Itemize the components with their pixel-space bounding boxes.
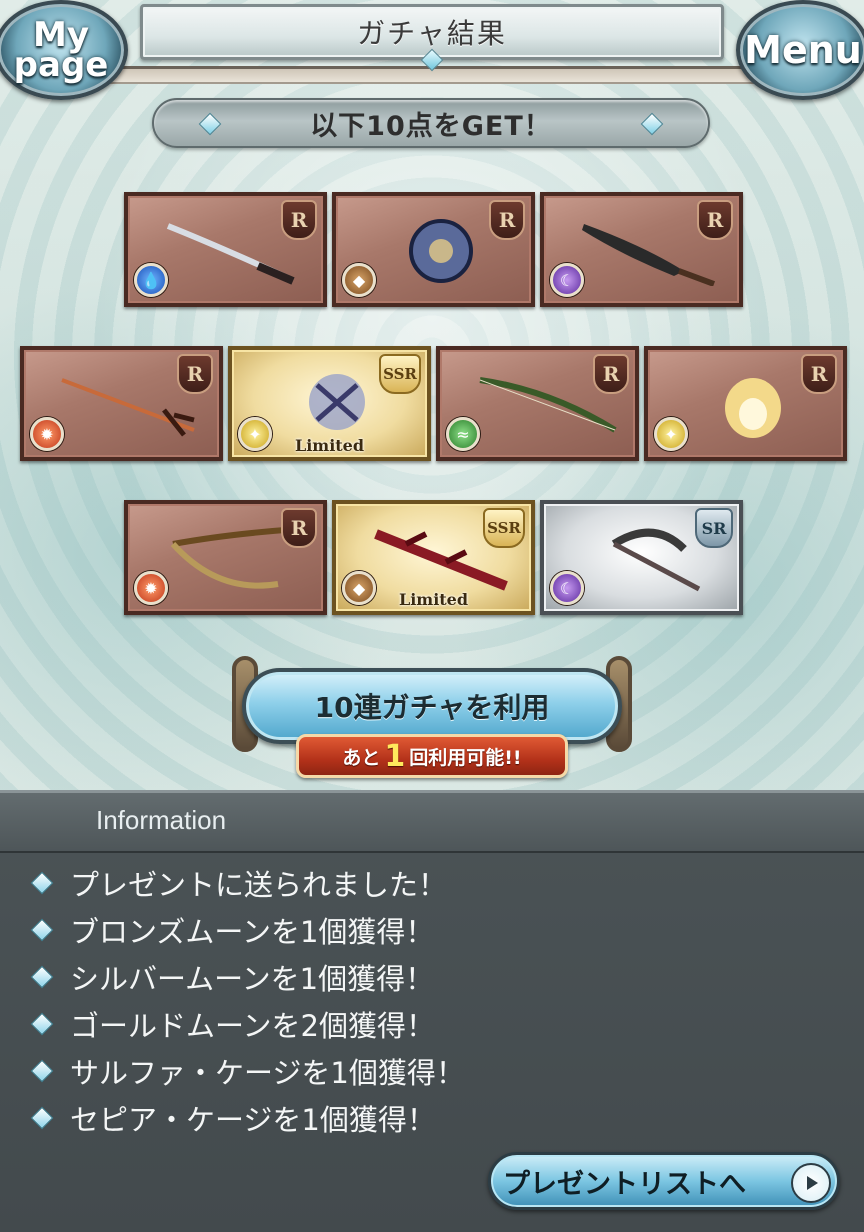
gem-icon (640, 112, 664, 136)
present-list-button[interactable]: プレゼントリストへ (488, 1152, 840, 1210)
earth-element-icon: ◆ (342, 263, 376, 297)
list-item: ブロンズムーンを1個獲得！ (28, 906, 465, 953)
information-text: サルファ・ケージを1個獲得！ (70, 1055, 465, 1090)
remaining-count: 1 (384, 738, 406, 774)
gem-icon (30, 965, 54, 988)
fire-element-icon: ✹ (134, 571, 168, 605)
list-item: シルバームーンを1個獲得！ (28, 953, 465, 1000)
list-item: セピア・ケージを1個獲得！ (28, 1094, 465, 1141)
gem-icon (198, 112, 222, 136)
gem-icon (30, 1059, 54, 1082)
dark-element-icon: ☾ (550, 571, 584, 605)
rarity-badge: R (281, 508, 317, 548)
information-text: ゴールドムーンを2個獲得！ (70, 1008, 436, 1043)
result-card[interactable]: R ✦ (644, 346, 847, 461)
result-card[interactable]: R ✹ (124, 500, 327, 615)
information-text: ブロンズムーンを1個獲得！ (70, 914, 435, 949)
result-card[interactable]: R 💧 (124, 192, 327, 307)
result-card[interactable]: R ✹ (20, 346, 223, 461)
list-item: プレゼントに送られました！ (28, 859, 465, 906)
result-card[interactable]: SSR ◆ Limited (332, 500, 535, 615)
rarity-badge: R (697, 200, 733, 240)
remaining-prefix: あと (342, 746, 381, 769)
gem-icon (30, 1012, 54, 1035)
menu-button[interactable]: Menu (736, 0, 864, 100)
mypage-button[interactable]: My page (0, 0, 128, 100)
limited-label: Limited (398, 590, 469, 609)
rarity-badge: R (489, 200, 525, 240)
gem-icon (30, 1106, 54, 1129)
light-element-icon: ✦ (654, 417, 688, 451)
rarity-badge: R (593, 354, 629, 394)
result-card[interactable]: R ≈ (436, 346, 639, 461)
rarity-badge: R (281, 200, 317, 240)
information-text: プレゼントに送られました！ (70, 867, 448, 902)
header: ガチャ結果 My page Menu (0, 0, 864, 100)
fire-element-icon: ✹ (30, 417, 64, 451)
page-title: ガチャ結果 (357, 17, 507, 50)
present-list-label: プレゼントリストへ (503, 1168, 746, 1200)
remaining-uses-badge: あと 1 回利用可能!! (296, 734, 568, 778)
ten-draw-gacha-button[interactable]: 10連ガチャを利用 (242, 668, 622, 744)
play-arrow-icon (791, 1163, 831, 1203)
wind-element-icon: ≈ (446, 417, 480, 451)
result-banner-text: 以下10点をGET！ (310, 110, 552, 142)
result-card[interactable]: R ◆ (332, 192, 535, 307)
dark-element-icon: ☾ (550, 263, 584, 297)
information-text: シルバームーンを1個獲得！ (70, 961, 435, 996)
list-item: ゴールドムーンを2個獲得！ (28, 1000, 465, 1047)
rarity-badge: R (801, 354, 837, 394)
rarity-badge: SR (695, 508, 733, 548)
list-item: サルファ・ケージを1個獲得！ (28, 1047, 465, 1094)
mypage-label-line2: page (13, 45, 109, 85)
rarity-badge: R (177, 354, 213, 394)
limited-label: Limited (294, 436, 365, 455)
result-banner: 以下10点をGET！ (152, 98, 710, 148)
information-text: セピア・ケージを1個獲得！ (70, 1102, 436, 1137)
gem-icon (30, 918, 54, 941)
water-element-icon: 💧 (134, 263, 168, 297)
result-card[interactable]: SSR ✦ Limited (228, 346, 431, 461)
information-title: Information (96, 805, 227, 835)
rarity-badge: SSR (483, 508, 525, 548)
information-list: プレゼントに送られました！ ブロンズムーンを1個獲得！ シルバームーンを1個獲得… (28, 859, 465, 1141)
ten-draw-gacha-label: 10連ガチャを利用 (314, 691, 550, 724)
remaining-suffix: 回利用可能!! (409, 746, 522, 769)
gem-icon (30, 871, 54, 894)
result-card[interactable]: R ☾ (540, 192, 743, 307)
result-card[interactable]: SR ☾ (540, 500, 743, 615)
rarity-badge: SSR (379, 354, 421, 394)
information-header: Information (0, 793, 864, 853)
